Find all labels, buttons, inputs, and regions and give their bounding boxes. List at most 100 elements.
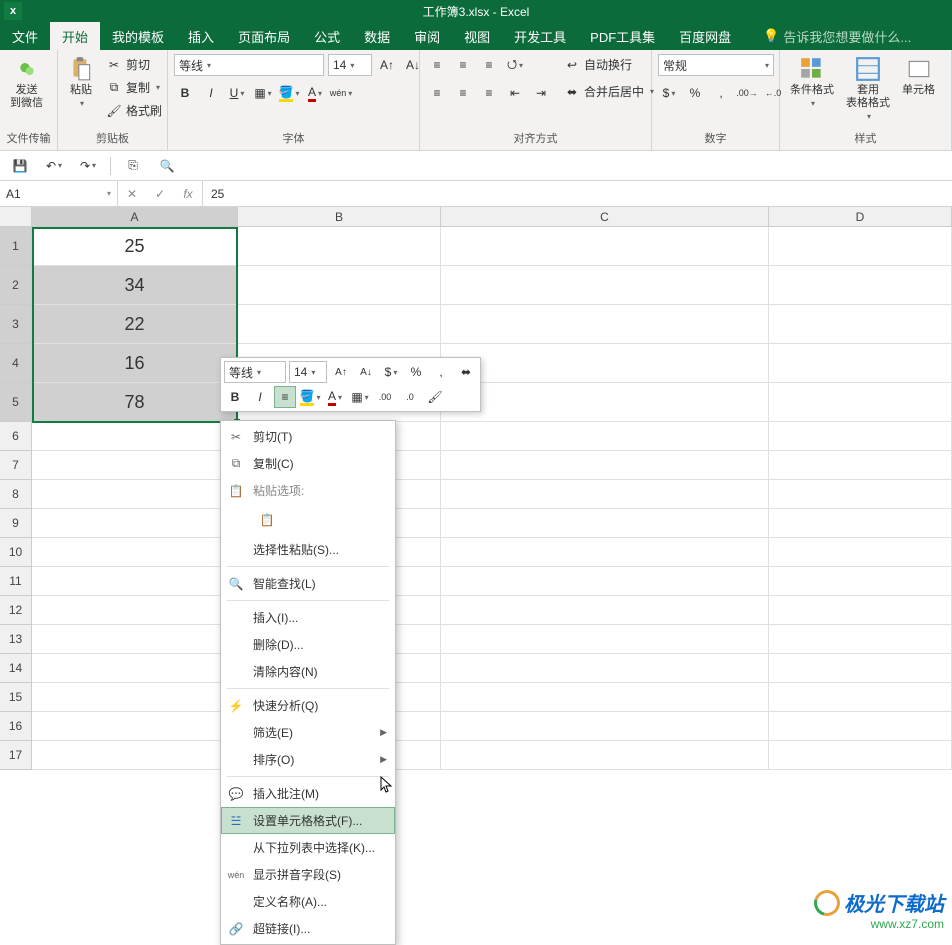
cell-c1[interactable]	[441, 227, 769, 266]
menu-hyperlink[interactable]: 🔗超链接(I)...	[221, 915, 395, 942]
align-center-button[interactable]: ≡	[452, 82, 474, 104]
menu-paste-special[interactable]: 选择性粘贴(S)...	[221, 536, 395, 563]
borders-button[interactable]: ▦	[252, 82, 274, 104]
cell-styles-button[interactable]: 单元格	[898, 54, 939, 99]
menu-format-cells[interactable]: ☱设置单元格格式(F)...	[221, 807, 395, 834]
bold-button[interactable]: B	[174, 82, 196, 104]
row-header-11[interactable]: 11	[0, 567, 32, 596]
cell-d11[interactable]	[769, 567, 952, 596]
cell-a8[interactable]	[32, 480, 238, 509]
column-header-b[interactable]: B	[238, 207, 441, 227]
cell-d17[interactable]	[769, 741, 952, 770]
column-header-d[interactable]: D	[769, 207, 952, 227]
cell-d5[interactable]	[769, 383, 952, 422]
tab-templates[interactable]: 我的模板	[100, 22, 176, 50]
menu-show-phonetic[interactable]: wén显示拼音字段(S)	[221, 861, 395, 888]
row-header-1[interactable]: 1	[0, 227, 32, 266]
menu-insert-comment[interactable]: 💬插入批注(M)	[221, 780, 395, 807]
comma-format-button[interactable]: ,	[710, 82, 732, 104]
increase-indent-button[interactable]: ⇥	[530, 82, 552, 104]
mini-bold[interactable]: B	[224, 386, 246, 408]
cell-c17[interactable]	[441, 741, 769, 770]
row-header-6[interactable]: 6	[0, 422, 32, 451]
align-left-button[interactable]: ≡	[426, 82, 448, 104]
phonetic-guide-button[interactable]: wén	[330, 82, 352, 104]
mini-decrease-decimal[interactable]: .0	[399, 386, 421, 408]
menu-pick-from-list[interactable]: 从下拉列表中选择(K)...	[221, 834, 395, 861]
menu-smart-lookup[interactable]: 🔍智能查找(L)	[221, 570, 395, 597]
mini-comma[interactable]: ,	[430, 361, 452, 383]
cell-a11[interactable]	[32, 567, 238, 596]
cell-c7[interactable]	[441, 451, 769, 480]
insert-function-button[interactable]: fx	[174, 183, 202, 205]
menu-quick-analysis[interactable]: ⚡快速分析(Q)	[221, 692, 395, 719]
cell-a12[interactable]	[32, 596, 238, 625]
cell-c2[interactable]	[441, 266, 769, 305]
tab-view[interactable]: 视图	[452, 22, 502, 50]
tab-page-layout[interactable]: 页面布局	[226, 22, 302, 50]
cell-d6[interactable]	[769, 422, 952, 451]
cell-d10[interactable]	[769, 538, 952, 567]
cell-a13[interactable]	[32, 625, 238, 654]
conditional-formatting-button[interactable]: 条件格式	[786, 54, 838, 110]
tab-home[interactable]: 开始	[50, 22, 100, 50]
font-size-combo[interactable]: 14▾	[328, 54, 372, 76]
row-header-7[interactable]: 7	[0, 451, 32, 480]
name-box[interactable]: A1 ▾	[0, 181, 118, 206]
print-preview-button[interactable]: 🔍	[155, 154, 179, 178]
tab-baidu[interactable]: 百度网盘	[667, 22, 743, 50]
cell-c6[interactable]	[441, 422, 769, 451]
column-header-c[interactable]: C	[441, 207, 769, 227]
cell-a14[interactable]	[32, 654, 238, 683]
row-header-13[interactable]: 13	[0, 625, 32, 654]
row-header-2[interactable]: 2	[0, 266, 32, 305]
copy-button[interactable]: ⧉ 复制	[102, 77, 166, 98]
mini-font-combo[interactable]: 等线▾	[224, 361, 286, 383]
cell-c13[interactable]	[441, 625, 769, 654]
row-header-14[interactable]: 14	[0, 654, 32, 683]
tab-file[interactable]: 文件	[0, 22, 50, 50]
row-header-5[interactable]: 5	[0, 383, 32, 422]
cell-d16[interactable]	[769, 712, 952, 741]
cell-c15[interactable]	[441, 683, 769, 712]
cell-d8[interactable]	[769, 480, 952, 509]
fill-color-button[interactable]: 🪣	[278, 82, 300, 104]
cell-d14[interactable]	[769, 654, 952, 683]
cell-c11[interactable]	[441, 567, 769, 596]
cell-c14[interactable]	[441, 654, 769, 683]
cell-d2[interactable]	[769, 266, 952, 305]
format-painter-button[interactable]: 🖌 格式刷	[102, 100, 166, 121]
row-header-10[interactable]: 10	[0, 538, 32, 567]
cell-d1[interactable]	[769, 227, 952, 266]
row-header-9[interactable]: 9	[0, 509, 32, 538]
italic-button[interactable]: I	[200, 82, 222, 104]
increase-font-button[interactable]: A↑	[376, 54, 398, 76]
row-header-3[interactable]: 3	[0, 305, 32, 344]
format-as-table-button[interactable]: 套用 表格格式	[842, 54, 894, 123]
save-button[interactable]: 💾	[8, 154, 32, 178]
paste-option-default[interactable]: 📋	[253, 507, 281, 533]
cell-d4[interactable]	[769, 344, 952, 383]
mini-fill-color[interactable]: 🪣	[299, 386, 321, 408]
redo-button[interactable]: ↷	[76, 154, 100, 178]
cut-button[interactable]: ✂ 剪切	[102, 54, 166, 75]
row-header-17[interactable]: 17	[0, 741, 32, 770]
menu-sort[interactable]: 排序(O)▶	[221, 746, 395, 773]
cell-c8[interactable]	[441, 480, 769, 509]
menu-define-name[interactable]: 定义名称(A)...	[221, 888, 395, 915]
cell-a5[interactable]: 78	[32, 383, 238, 422]
accounting-format-button[interactable]: $	[658, 82, 680, 104]
row-header-12[interactable]: 12	[0, 596, 32, 625]
mini-align-center[interactable]: ≡	[274, 386, 296, 408]
cell-c10[interactable]	[441, 538, 769, 567]
cell-c5[interactable]	[441, 383, 769, 422]
row-header-15[interactable]: 15	[0, 683, 32, 712]
cell-d12[interactable]	[769, 596, 952, 625]
menu-copy[interactable]: ⧉复制(C)	[221, 450, 395, 477]
paste-button[interactable]: 粘贴	[64, 54, 98, 110]
mini-percent[interactable]: %	[405, 361, 427, 383]
cell-d9[interactable]	[769, 509, 952, 538]
cancel-formula-button[interactable]: ✕	[118, 183, 146, 205]
cell-c3[interactable]	[441, 305, 769, 344]
cell-a10[interactable]	[32, 538, 238, 567]
